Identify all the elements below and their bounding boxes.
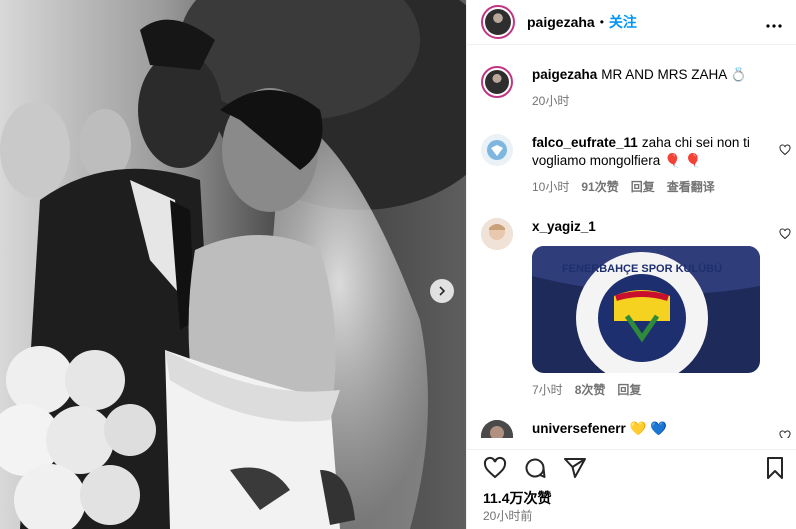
like-comment-heart-icon[interactable] [779,144,791,156]
user-avatar-image [481,420,513,438]
reply-button[interactable]: 回复 [631,178,655,196]
see-translation-button[interactable]: 查看翻译 [667,178,715,196]
comment-time: 7小时 [532,383,563,397]
more-options-button[interactable] [766,12,782,33]
author-avatar[interactable] [481,5,515,39]
comment-likes[interactable]: 91次赞 [581,178,618,196]
gif-text: FENERBAHÇE SPOR KULÜBÜ [562,262,722,275]
chevron-right-icon [439,286,446,296]
like-comment-heart-icon[interactable] [779,228,791,240]
separator-dot: • [599,15,604,29]
next-photo-button[interactable] [430,279,454,303]
save-bookmark-icon[interactable] [763,456,787,480]
commenter-username[interactable]: falco_eufrate_11 [532,135,638,150]
post-timestamp: 20小时前 [483,509,533,523]
like-heart-icon[interactable] [483,456,507,480]
caption-username[interactable]: paigezaha [532,67,597,82]
commenter-avatar[interactable] [481,218,513,250]
post-sidebar: paigezaha • 关注 paigezaha MR AND MRS ZAHA … [466,0,796,529]
post-header: paigezaha • 关注 [467,0,796,45]
commenter-username[interactable]: universefenerr [532,421,626,436]
post-actions-bar [467,449,796,487]
lazio-eagle-icon [487,140,507,160]
share-send-icon[interactable] [563,456,587,480]
child-avatar-image [481,218,513,250]
comment-gif[interactable]: FENERBAHÇE SPOR KULÜBÜ [532,246,760,373]
more-horizontal-icon [766,23,782,28]
wedding-photo-image [0,0,466,529]
comments-list[interactable]: paigezaha MR AND MRS ZAHA 💍 20小时 falco_eu… [467,46,796,438]
commenter-avatar[interactable] [481,420,513,438]
comment-time: 10小时 [532,180,570,194]
follow-button[interactable]: 关注 [609,12,637,32]
caption-avatar[interactable] [481,66,513,98]
caption-text: MR AND MRS ZAHA 💍 [601,67,748,82]
comment-icon[interactable] [523,456,547,480]
like-comment-heart-icon[interactable] [779,430,791,438]
commenter-username[interactable]: x_yagiz_1 [532,219,596,234]
author-username[interactable]: paigezaha [527,14,595,30]
commenter-avatar[interactable] [481,134,513,166]
comment-text: 💛 💙 [629,421,668,436]
reply-button[interactable]: 回复 [617,381,641,399]
comment-likes[interactable]: 8次赞 [575,381,606,399]
fenerbahce-flag-image: FENERBAHÇE SPOR KULÜBÜ [532,246,760,373]
post-photo[interactable] [0,0,466,529]
caption-time: 20小时 [532,94,570,108]
post-like-count[interactable]: 11.4万次赞 [483,488,551,508]
